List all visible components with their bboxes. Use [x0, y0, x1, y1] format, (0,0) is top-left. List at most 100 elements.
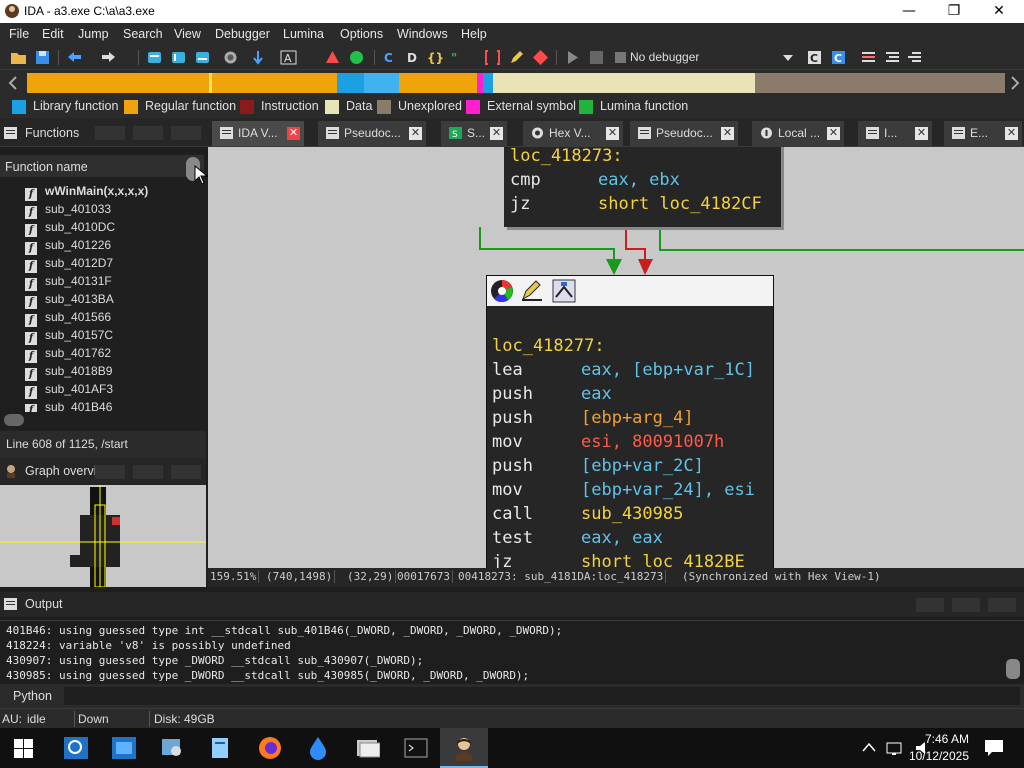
function-item[interactable]: f sub_40157C	[25, 328, 113, 346]
chevron-up-icon[interactable]	[862, 742, 876, 752]
navigation-band-bar[interactable]	[27, 73, 1005, 93]
close-tab-icon[interactable]: ✕	[721, 127, 734, 140]
function-create-icon[interactable]	[324, 49, 341, 66]
function-item[interactable]: f sub_4018B9	[25, 364, 112, 382]
close-window-button[interactable]: ✕	[976, 0, 1022, 23]
pause-icon[interactable]	[588, 49, 605, 66]
maximize-button[interactable]: ❐	[931, 0, 977, 23]
minimize-button[interactable]: —	[886, 0, 932, 23]
enums-icon[interactable]	[194, 49, 211, 66]
menu-view[interactable]: View	[174, 27, 201, 41]
output-scrollbar-thumb[interactable]	[1006, 659, 1020, 679]
panel-tool-button[interactable]	[95, 465, 125, 479]
pen-edit-icon[interactable]	[508, 49, 525, 66]
tab-strings[interactable]: S S... ✕	[441, 121, 507, 146]
panel-tool-button[interactable]	[133, 465, 163, 479]
menu-file[interactable]: File	[9, 27, 29, 41]
taskbar-app[interactable]	[392, 728, 440, 768]
panel-tool-button[interactable]	[952, 598, 980, 612]
function-item[interactable]: f sub_401B46	[25, 400, 112, 412]
graph-block-loc-418277[interactable]: loc_418277: lea eax, [ebp+var_1C] push e…	[486, 275, 774, 568]
close-tab-icon[interactable]: ✕	[490, 127, 503, 140]
disassembly-graph-view[interactable]: loc_418273: cmp eax, ebx jz short loc_41…	[208, 147, 1024, 568]
function-item[interactable]: f sub_401AF3	[25, 382, 113, 400]
play-icon[interactable]	[564, 49, 581, 66]
function-item[interactable]: f sub_4010DC	[25, 220, 115, 238]
taskbar-app-ida[interactable]	[440, 728, 488, 768]
cross-ref-icon[interactable]	[222, 49, 239, 66]
menu-debugger[interactable]: Debugger	[215, 27, 270, 41]
structures-icon[interactable]	[170, 49, 187, 66]
undefine-icon[interactable]: {}	[426, 49, 443, 66]
tab-exports[interactable]: E... ✕	[944, 121, 1022, 146]
menu-help[interactable]: Help	[461, 27, 487, 41]
close-tab-icon[interactable]: ✕	[287, 127, 300, 140]
close-tab-icon[interactable]: ✕	[915, 127, 928, 140]
color-palette-icon[interactable]	[490, 279, 514, 303]
menu-options[interactable]: Options	[340, 27, 383, 41]
stop-sign-icon[interactable]	[532, 49, 549, 66]
panel-tool-button[interactable]	[171, 465, 201, 479]
clock-date[interactable]: 10/12/2025	[904, 749, 969, 763]
python-button[interactable]: Python	[13, 689, 52, 703]
code-icon[interactable]: C	[382, 49, 399, 66]
graph-block-loc-418273[interactable]: loc_418273: cmp eax, ebx jz short loc_41…	[504, 147, 781, 227]
panel-tool-button[interactable]	[916, 598, 944, 612]
horizontal-scrollbar-thumb[interactable]	[4, 414, 24, 426]
data-icon[interactable]: D	[404, 49, 421, 66]
tab-local-types[interactable]: Local ... ✕	[752, 121, 844, 146]
back-arrow-icon[interactable]	[66, 49, 83, 66]
save-icon[interactable]	[34, 49, 51, 66]
run-green-icon[interactable]	[348, 49, 365, 66]
breakpoint-bracket-icon[interactable]	[484, 49, 501, 66]
python-input-bar[interactable]: Python	[0, 684, 1024, 708]
function-item[interactable]: f sub_401762	[25, 346, 111, 364]
function-item[interactable]: f sub_4013BA	[25, 292, 114, 310]
python-command-input[interactable]	[64, 687, 1020, 705]
function-item[interactable]: f sub_401566	[25, 310, 111, 328]
output-log[interactable]: 401B46: using guessed type int __stdcall…	[0, 620, 1024, 682]
close-tab-icon[interactable]: ✕	[606, 127, 619, 140]
panel-tool-button[interactable]	[133, 126, 163, 140]
windows-start-icon[interactable]	[14, 739, 33, 758]
debugger-attach-icon[interactable]: C	[830, 49, 847, 66]
tab-hex-view[interactable]: Hex V... ✕	[523, 121, 623, 146]
indent-list-icon[interactable]	[906, 49, 923, 66]
rename-pen-icon[interactable]	[520, 279, 544, 303]
forward-arrow-icon[interactable]	[100, 49, 117, 66]
group-nodes-icon[interactable]	[552, 279, 576, 303]
close-tab-icon[interactable]: ✕	[1005, 127, 1018, 140]
function-item[interactable]: f sub_40131F	[25, 274, 112, 292]
tab-imports[interactable]: I... ✕	[858, 121, 932, 146]
function-item[interactable]: f sub_401226	[25, 238, 111, 256]
close-tab-icon[interactable]: ✕	[827, 127, 840, 140]
menu-lumina[interactable]: Lumina	[283, 27, 324, 41]
make-string-icon[interactable]: "	[450, 49, 467, 66]
function-item[interactable]: f sub_4012D7	[25, 256, 113, 274]
taskbar-app[interactable]	[100, 728, 148, 768]
tab-pseudocode-2[interactable]: Pseudoc... ✕	[630, 121, 738, 146]
text-font-icon[interactable]: A	[280, 49, 297, 66]
graph-overview[interactable]	[0, 485, 206, 587]
close-tab-icon[interactable]: ✕	[409, 127, 422, 140]
taskbar-app[interactable]	[344, 728, 392, 768]
menu-windows[interactable]: Windows	[397, 27, 448, 41]
list-view-icon[interactable]	[860, 49, 877, 66]
panel-tool-button[interactable]	[988, 598, 1016, 612]
clock-time[interactable]: 7:46 AM	[914, 732, 969, 746]
menu-search[interactable]: Search	[123, 27, 163, 41]
function-item[interactable]: f sub_401033	[25, 202, 111, 220]
align-list-icon[interactable]	[884, 49, 901, 66]
jump-down-icon[interactable]	[250, 49, 267, 66]
tab-pseudocode[interactable]: Pseudoc... ✕	[318, 121, 426, 146]
debugger-options-icon[interactable]: C	[806, 49, 823, 66]
taskbar-app[interactable]	[246, 728, 294, 768]
nav-scroll-left-icon[interactable]	[8, 76, 18, 90]
binary-view-icon[interactable]	[146, 49, 163, 66]
taskbar-search[interactable]	[52, 728, 100, 768]
function-name-column-header[interactable]: Function name	[0, 155, 204, 177]
taskbar-app[interactable]	[196, 728, 244, 768]
tab-ida-view[interactable]: IDA V... ✕	[212, 121, 304, 146]
open-folder-icon[interactable]	[10, 49, 27, 66]
function-item[interactable]: f wWinMain(x,x,x,x)	[25, 184, 148, 202]
